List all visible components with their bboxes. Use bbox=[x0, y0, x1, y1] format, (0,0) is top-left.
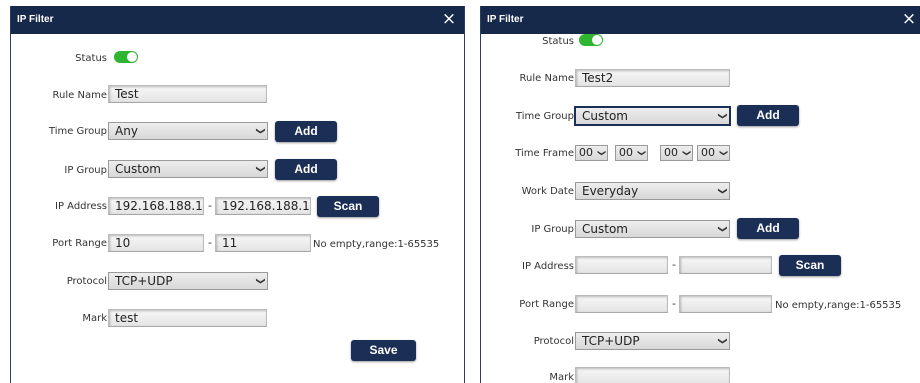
dialog-title: IP Filter bbox=[17, 14, 54, 25]
ip-address-label: IP Address bbox=[522, 261, 574, 272]
time-group-select[interactable]: Custom ❯ bbox=[575, 107, 730, 125]
port-range-dash: - bbox=[208, 236, 212, 249]
status-toggle[interactable] bbox=[579, 34, 603, 46]
protocol-label: Protocol bbox=[66, 276, 107, 287]
chevron-down-icon: ❯ bbox=[717, 225, 728, 233]
mark-label: Mark bbox=[549, 372, 574, 383]
mark-input[interactable]: test bbox=[108, 309, 267, 327]
rule-name-label: Rule Name bbox=[52, 90, 107, 101]
rule-name-input[interactable]: Test2 bbox=[575, 69, 730, 87]
time-frame-value: 00 bbox=[701, 146, 715, 159]
close-icon[interactable]: × bbox=[900, 10, 918, 28]
dialog-title: IP Filter bbox=[487, 14, 524, 25]
time-frame-value: 00 bbox=[619, 146, 633, 159]
time-frame-label: Time Frame bbox=[515, 148, 574, 159]
time-frame-value: 00 bbox=[579, 146, 593, 159]
time-group-value: Custom bbox=[582, 109, 628, 123]
time-frame-start-hour[interactable]: 00 ❯ bbox=[575, 145, 608, 161]
time-group-label: Time Group bbox=[48, 126, 107, 137]
status-toggle[interactable] bbox=[114, 51, 138, 63]
toggle-knob bbox=[127, 52, 137, 62]
ip-group-select[interactable]: Custom ❯ bbox=[575, 220, 730, 238]
port-start-input[interactable]: 10 bbox=[108, 234, 204, 252]
status-label: Status bbox=[542, 36, 574, 47]
chevron-down-icon: ❯ bbox=[717, 337, 728, 345]
ip-group-label: IP Group bbox=[64, 165, 107, 176]
ip-start-input[interactable]: 192.168.188.17 bbox=[108, 197, 204, 215]
port-range-hint: No empty,range:1-65535 bbox=[775, 300, 902, 311]
ip-address-label: IP Address bbox=[55, 201, 107, 212]
port-end-input[interactable] bbox=[679, 295, 772, 313]
chevron-down-icon: ❯ bbox=[719, 149, 729, 157]
ip-group-label: IP Group bbox=[531, 224, 574, 235]
dialog-titlebar: IP Filter × bbox=[11, 6, 464, 34]
port-range-label: Port Range bbox=[519, 299, 574, 310]
close-icon[interactable]: × bbox=[440, 10, 458, 28]
time-group-add-button[interactable]: Add bbox=[275, 121, 337, 142]
time-group-add-button[interactable]: Add bbox=[737, 105, 799, 126]
chevron-down-icon: ❯ bbox=[682, 149, 692, 157]
protocol-value: TCP+UDP bbox=[115, 274, 173, 288]
scan-button[interactable]: Scan bbox=[779, 255, 841, 276]
ip-group-value: Custom bbox=[582, 222, 628, 236]
time-frame-end-minute[interactable]: 00 ❯ bbox=[697, 145, 730, 161]
ip-group-select[interactable]: Custom ❯ bbox=[108, 160, 268, 178]
toggle-knob bbox=[592, 35, 602, 45]
ip-group-add-button[interactable]: Add bbox=[275, 159, 337, 180]
protocol-select[interactable]: TCP+UDP ❯ bbox=[108, 272, 268, 290]
dialog-titlebar: IP Filter × bbox=[481, 6, 920, 34]
ip-end-input[interactable] bbox=[679, 256, 772, 274]
port-range-hint: No empty,range:1-65535 bbox=[313, 239, 440, 250]
rule-name-input[interactable]: Test bbox=[108, 85, 267, 103]
time-frame-start-minute[interactable]: 00 ❯ bbox=[615, 145, 648, 161]
time-frame-value: 00 bbox=[664, 146, 678, 159]
protocol-select[interactable]: TCP+UDP ❯ bbox=[575, 332, 730, 350]
chevron-down-icon: ❯ bbox=[717, 112, 728, 120]
time-frame-end-hour[interactable]: 00 ❯ bbox=[660, 145, 693, 161]
time-group-label: Time Group bbox=[515, 111, 574, 122]
protocol-label: Protocol bbox=[533, 336, 574, 347]
port-range-label: Port Range bbox=[52, 238, 107, 249]
port-range-dash: - bbox=[672, 297, 676, 310]
ip-filter-dialog-2: IP Filter × Status Rule Name Test2 Time … bbox=[480, 6, 920, 383]
ip-range-dash: - bbox=[208, 199, 212, 212]
ip-start-input[interactable] bbox=[575, 256, 668, 274]
time-group-value: Any bbox=[115, 124, 138, 138]
work-date-select[interactable]: Everyday ❯ bbox=[575, 182, 730, 200]
ip-filter-dialog-1: IP Filter × Status Rule Name Test Time G… bbox=[10, 6, 465, 383]
chevron-down-icon: ❯ bbox=[597, 149, 607, 157]
rule-name-label: Rule Name bbox=[519, 73, 574, 84]
chevron-down-icon: ❯ bbox=[717, 187, 728, 195]
chevron-down-icon: ❯ bbox=[255, 165, 266, 173]
time-group-select[interactable]: Any ❯ bbox=[108, 122, 268, 140]
mark-label: Mark bbox=[82, 313, 107, 324]
status-label: Status bbox=[75, 53, 107, 64]
port-start-input[interactable] bbox=[575, 295, 668, 313]
mark-input[interactable] bbox=[575, 367, 730, 383]
work-date-value: Everyday bbox=[582, 184, 639, 198]
ip-group-value: Custom bbox=[115, 162, 161, 176]
ip-group-add-button[interactable]: Add bbox=[737, 218, 799, 239]
work-date-label: Work Date bbox=[521, 186, 574, 197]
chevron-down-icon: ❯ bbox=[255, 127, 266, 135]
chevron-down-icon: ❯ bbox=[255, 277, 266, 285]
ip-end-input[interactable]: 192.168.188.18 bbox=[215, 197, 311, 215]
port-end-input[interactable]: 11 bbox=[215, 234, 311, 252]
save-button[interactable]: Save bbox=[351, 340, 416, 361]
ip-range-dash: - bbox=[672, 258, 676, 271]
scan-button[interactable]: Scan bbox=[317, 196, 379, 217]
protocol-value: TCP+UDP bbox=[582, 334, 640, 348]
chevron-down-icon: ❯ bbox=[637, 149, 647, 157]
